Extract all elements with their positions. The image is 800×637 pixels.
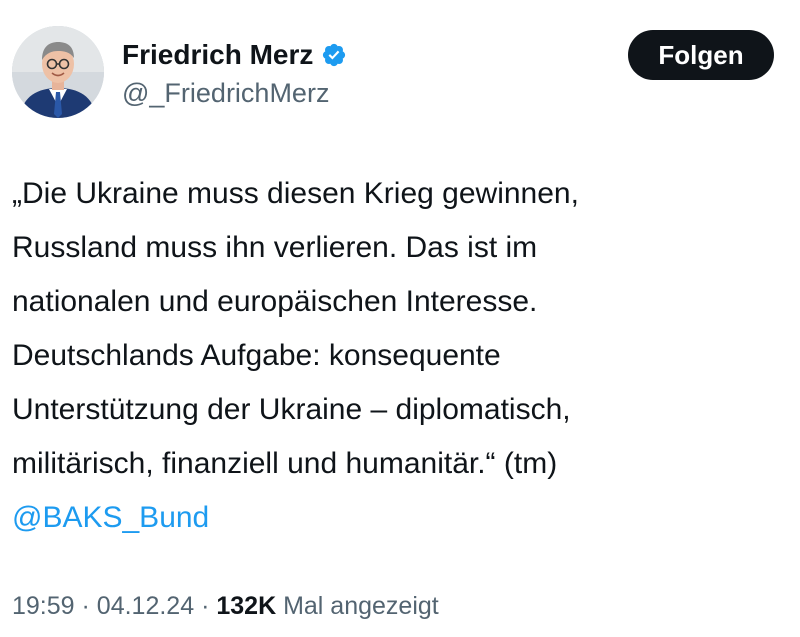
- tweet-text-line: Unterstützung der Ukraine – diplomatisch…: [12, 393, 571, 426]
- views-label: Mal angezeigt: [283, 592, 439, 620]
- tweet-text-line: „Die Ukraine muss diesen Krieg gewinnen,: [12, 177, 579, 210]
- follow-button[interactable]: Folgen: [628, 30, 774, 80]
- author-name-row: Friedrich Merz: [122, 38, 347, 72]
- meta-separator: ·: [201, 592, 210, 620]
- tweet-text: „Die Ukraine muss diesen Krieg gewinnen,…: [12, 167, 782, 545]
- meta-separator: ·: [81, 592, 90, 620]
- avatar-image: [12, 26, 104, 118]
- mention-link[interactable]: @BAKS_Bund: [12, 491, 782, 545]
- tweet-time[interactable]: 19:59: [12, 592, 75, 620]
- views-count[interactable]: 132K: [216, 592, 276, 620]
- verified-badge-icon: [323, 43, 346, 67]
- tweet-card: Friedrich Merz @_FriedrichMerz Folgen „D…: [0, 0, 800, 637]
- tweet-text-line: militärisch, finanziell und humanitär.“ …: [12, 447, 558, 480]
- tweet-meta: 19:59 · 04.12.24 · 132K Mal angezeigt: [12, 589, 439, 623]
- author-handle[interactable]: @_FriedrichMerz: [122, 76, 329, 110]
- avatar[interactable]: [12, 26, 104, 118]
- tweet-date[interactable]: 04.12.24: [97, 592, 194, 620]
- tweet-text-line: Deutschlands Aufgabe: konsequente: [12, 339, 501, 372]
- tweet-text-line: nationalen und europäischen Interesse.: [12, 285, 538, 318]
- tweet-text-line: Russland muss ihn verlieren. Das ist im: [12, 231, 538, 264]
- author-display-name[interactable]: Friedrich Merz: [122, 38, 313, 72]
